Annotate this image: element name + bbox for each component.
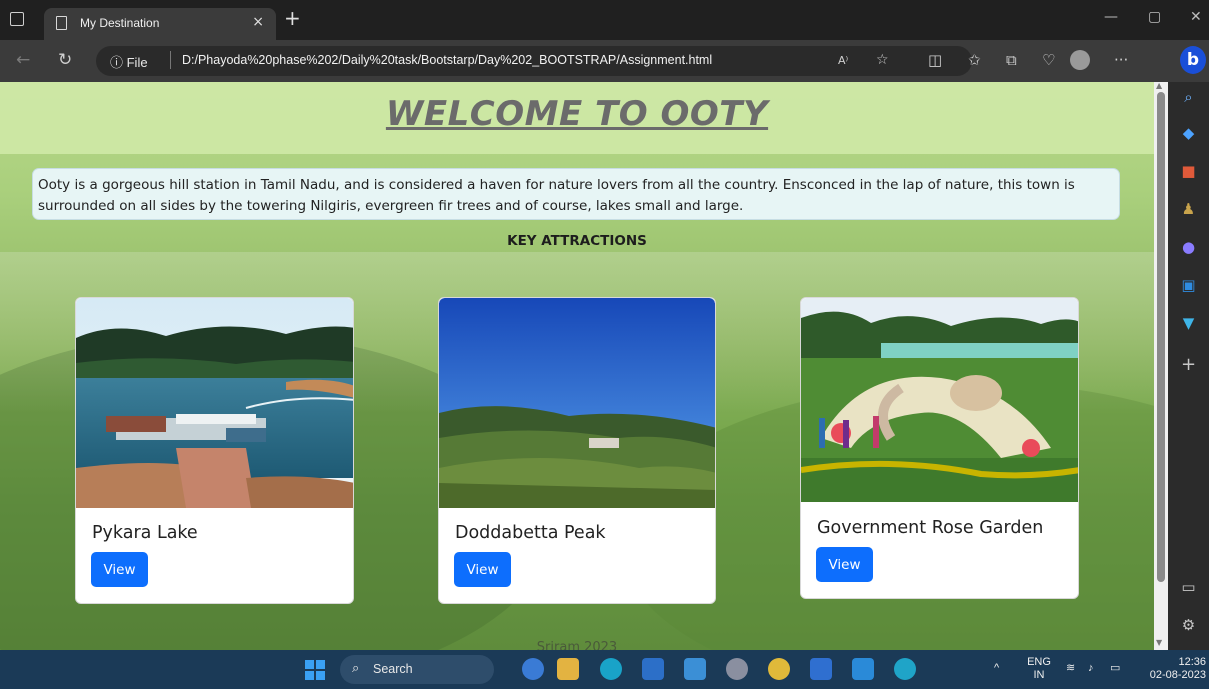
back-icon[interactable]: ← xyxy=(16,50,30,70)
pykara-lake-image xyxy=(76,298,353,508)
vscode-app-icon[interactable] xyxy=(852,658,874,680)
search-icon: ⌕ xyxy=(352,661,360,676)
attraction-card-doddabetta: Doddabetta Peak View xyxy=(438,297,716,604)
wifi-icon[interactable]: ≋ xyxy=(1066,662,1075,675)
battery-icon[interactable]: ▭ xyxy=(1110,662,1120,675)
windows-taskbar: ⌕ Search ^ ENG IN ≋ ♪ ▭ 12:36 02-08-2023 xyxy=(0,650,1209,689)
chrome-app-icon[interactable] xyxy=(768,658,790,680)
footer-text: Sriram 2023 xyxy=(536,640,618,650)
tray-overflow-icon[interactable]: ^ xyxy=(994,662,999,675)
copilot-app-icon[interactable] xyxy=(522,658,544,680)
favorite-star-icon[interactable]: ☆ xyxy=(876,52,889,68)
address-separator xyxy=(170,51,171,69)
bing-copilot-icon[interactable]: b xyxy=(1180,46,1206,74)
scroll-up-icon[interactable]: ▲ xyxy=(1156,81,1162,90)
date-text: 02-08-2023 xyxy=(1149,669,1206,681)
view-button-pykara[interactable]: View xyxy=(91,552,148,587)
language-code: ENG xyxy=(1027,656,1051,668)
close-window-icon[interactable]: ✕ xyxy=(1190,9,1202,25)
site-info-button[interactable]: ⓘ File xyxy=(110,52,148,71)
clock[interactable]: 12:36 02-08-2023 xyxy=(1136,656,1206,682)
favorites-icon[interactable]: ✩ xyxy=(968,51,981,69)
split-screen-icon[interactable]: ◫ xyxy=(928,51,942,69)
file-explorer-icon[interactable] xyxy=(557,658,579,680)
edge-app-icon[interactable] xyxy=(600,658,622,680)
tab-actions-icon[interactable] xyxy=(10,12,24,26)
copilot-icon[interactable]: ● xyxy=(1168,238,1209,256)
collections-icon[interactable]: ⧉ xyxy=(1006,51,1017,69)
rose-garden-image xyxy=(801,298,1078,502)
scroll-thumb[interactable] xyxy=(1157,92,1165,582)
tab-close-button[interactable]: × xyxy=(252,14,264,30)
new-tab-button[interactable]: + xyxy=(284,8,301,28)
view-button-doddabetta[interactable]: View xyxy=(454,552,511,587)
hp-app-icon[interactable] xyxy=(684,658,706,680)
page-viewport: WELCOME TO OOTY Ooty is a gorgeous hill … xyxy=(0,82,1154,650)
scroll-down-icon[interactable]: ▼ xyxy=(1156,638,1162,647)
more-menu-button[interactable]: ··· xyxy=(1114,51,1128,69)
region-code: IN xyxy=(1033,669,1045,681)
settings-gear-icon[interactable]: ⚙ xyxy=(1168,616,1209,634)
search-icon[interactable]: ⌕ xyxy=(1168,88,1209,106)
card-title: Pykara Lake xyxy=(92,523,198,543)
url-text[interactable]: D:/Phayoda%20phase%202/Daily%20task/Boot… xyxy=(182,53,712,67)
page-title: WELCOME TO OOTY xyxy=(385,94,769,134)
refresh-icon[interactable]: ↻ xyxy=(58,50,72,70)
card-title: Doddabetta Peak xyxy=(455,523,606,543)
intro-paragraph: Ooty is a gorgeous hill station in Tamil… xyxy=(32,168,1120,220)
taskbar-search-label: Search xyxy=(373,662,413,676)
time-text: 12:36 xyxy=(1178,656,1206,668)
browser-toolbar: ← ↻ ⓘ File D:/Phayoda%20phase%202/Daily%… xyxy=(0,40,1209,82)
outlook-icon[interactable]: ▣ xyxy=(1168,276,1209,294)
browser-title-bar: My Destination × + — ▢ ✕ xyxy=(0,0,1209,40)
address-bar[interactable]: ⓘ File D:/Phayoda%20phase%202/Daily%20ta… xyxy=(96,46,972,76)
profile-avatar[interactable] xyxy=(1070,50,1090,70)
word-app-icon[interactable] xyxy=(810,658,832,680)
hide-sidebar-icon[interactable]: ▭ xyxy=(1168,578,1209,596)
view-button-rose-garden[interactable]: View xyxy=(816,547,873,582)
taskbar-search[interactable]: ⌕ Search xyxy=(340,655,494,684)
drop-icon[interactable]: ▼ xyxy=(1168,314,1209,332)
edge-sidebar: ⌕ ◆ ■ ♟ ● ▣ ▼ + ▭ ⚙ xyxy=(1168,82,1209,650)
tools-briefcase-icon[interactable]: ■ xyxy=(1168,162,1209,180)
restore-icon[interactable]: ▢ xyxy=(1148,9,1161,25)
section-heading: KEY ATTRACTIONS xyxy=(507,233,647,249)
read-aloud-icon[interactable]: A⁾ xyxy=(838,54,848,67)
games-icon[interactable]: ♟ xyxy=(1168,200,1209,218)
edge-active-app-icon[interactable] xyxy=(894,658,916,680)
page-icon xyxy=(56,16,67,30)
extensions-icon[interactable]: ♡ xyxy=(1042,51,1055,69)
shopping-tag-icon[interactable]: ◆ xyxy=(1168,124,1209,142)
add-sidebar-app-icon[interactable]: + xyxy=(1168,354,1209,375)
page-scrollbar[interactable]: ▲ ▼ xyxy=(1154,81,1168,650)
card-title: Government Rose Garden xyxy=(817,518,1044,538)
volume-icon[interactable]: ♪ xyxy=(1088,662,1094,675)
tab-title: My Destination xyxy=(80,16,160,30)
browser-tab[interactable]: My Destination × xyxy=(44,8,276,40)
attraction-card-pykara: Pykara Lake View xyxy=(75,297,354,604)
language-indicator[interactable]: ENG IN xyxy=(1024,656,1054,682)
store-app-icon[interactable] xyxy=(642,658,664,680)
windows-start-icon[interactable] xyxy=(305,660,325,680)
doddabetta-peak-image xyxy=(439,298,715,508)
attraction-card-rose-garden: Government Rose Garden View xyxy=(800,297,1079,599)
settings-app-icon[interactable] xyxy=(726,658,748,680)
minimize-icon[interactable]: — xyxy=(1104,9,1118,25)
